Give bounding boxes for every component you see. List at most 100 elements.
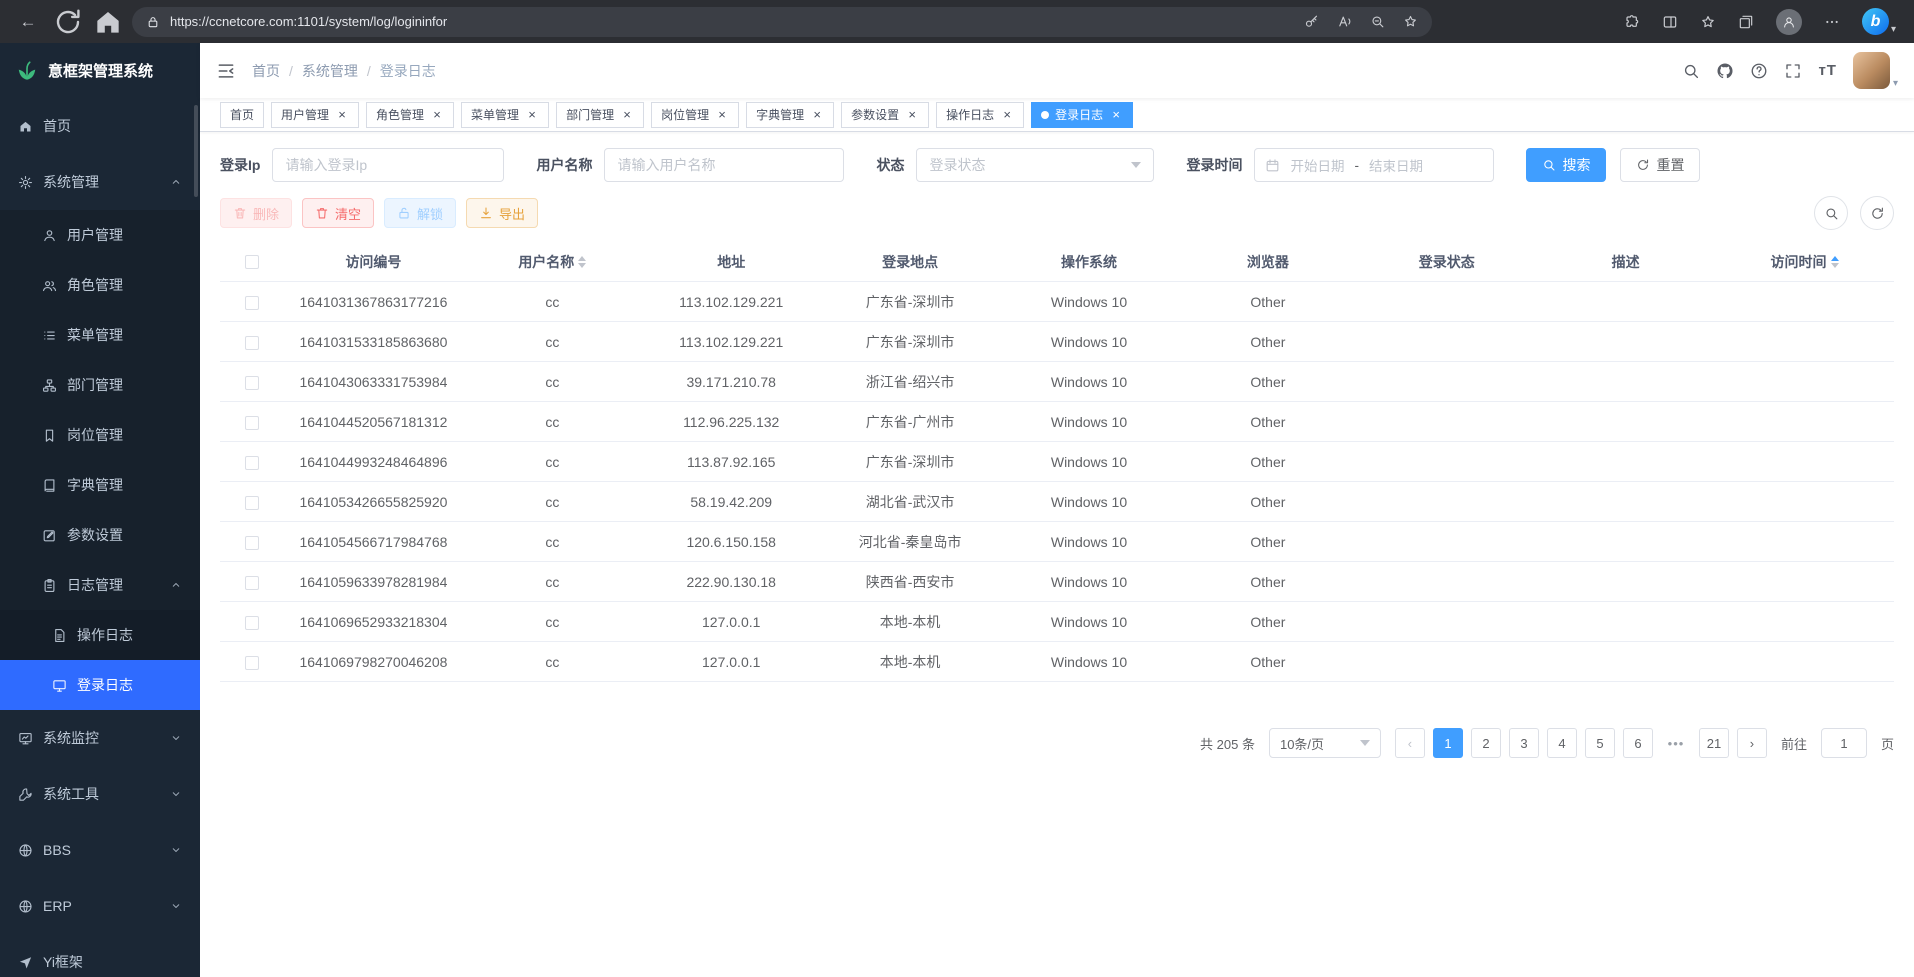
sidebar-item-15[interactable]: ERP xyxy=(0,878,200,934)
github-icon[interactable] xyxy=(1716,62,1734,80)
extensions-icon[interactable] xyxy=(1624,14,1640,30)
tab-2[interactable]: 角色管理× xyxy=(366,102,454,128)
row-checkbox[interactable] xyxy=(245,296,259,310)
tab-close-icon[interactable]: × xyxy=(335,108,349,122)
sidebar-item-4[interactable]: 菜单管理 xyxy=(0,310,200,360)
tab-6[interactable]: 字典管理× xyxy=(746,102,834,128)
reset-button[interactable]: 重置 xyxy=(1620,148,1700,182)
add-favorite-icon[interactable] xyxy=(1403,14,1418,29)
tab-close-icon[interactable]: × xyxy=(1109,108,1123,122)
page-button-21[interactable]: 21 xyxy=(1699,728,1729,758)
export-button[interactable]: 导出 xyxy=(466,198,538,228)
sidebar-item-16[interactable]: Yi框架 xyxy=(0,934,200,977)
tab-close-icon[interactable]: × xyxy=(715,108,729,122)
app-logo[interactable]: 意框架管理系统 xyxy=(0,43,200,98)
row-checkbox[interactable] xyxy=(245,336,259,350)
sidebar-item-9[interactable]: 日志管理 xyxy=(0,560,200,610)
text-size-icon[interactable]: тT xyxy=(1818,62,1837,79)
goto-page-input[interactable] xyxy=(1821,728,1867,758)
refresh-table-button[interactable] xyxy=(1860,196,1894,230)
tab-close-icon[interactable]: × xyxy=(905,108,919,122)
row-checkbox[interactable] xyxy=(245,456,259,470)
tab-close-icon[interactable]: × xyxy=(1000,108,1014,122)
row-checkbox[interactable] xyxy=(245,656,259,670)
collapse-sidebar-icon[interactable] xyxy=(216,61,236,81)
password-icon[interactable] xyxy=(1304,14,1319,29)
tab-7[interactable]: 参数设置× xyxy=(841,102,929,128)
help-icon[interactable] xyxy=(1750,62,1768,80)
tab-5[interactable]: 岗位管理× xyxy=(651,102,739,128)
tab-1[interactable]: 用户管理× xyxy=(271,102,359,128)
url-text[interactable]: https://ccnetcore.com:1101/system/log/lo… xyxy=(170,14,1294,29)
header-search-icon[interactable] xyxy=(1682,62,1700,80)
copilot-button[interactable]: b ▾ xyxy=(1862,8,1896,35)
tab-close-icon[interactable]: × xyxy=(810,108,824,122)
pager-next-button[interactable]: › xyxy=(1737,728,1767,758)
clear-button[interactable]: 清空 xyxy=(302,198,374,228)
page-button-2[interactable]: 2 xyxy=(1471,728,1501,758)
end-date-placeholder[interactable]: 结束日期 xyxy=(1369,155,1423,175)
ip-input[interactable] xyxy=(272,148,504,182)
pager-prev-button[interactable]: ‹ xyxy=(1395,728,1425,758)
start-date-placeholder[interactable]: 开始日期 xyxy=(1290,155,1344,175)
more-menu-icon[interactable] xyxy=(1824,14,1840,30)
sidebar-item-0[interactable]: 首页 xyxy=(0,98,200,154)
collections-icon[interactable] xyxy=(1738,14,1754,30)
bing-icon[interactable]: b xyxy=(1862,8,1889,35)
row-checkbox[interactable] xyxy=(245,376,259,390)
delete-button[interactable]: 删除 xyxy=(220,198,292,228)
page-button-5[interactable]: 5 xyxy=(1585,728,1615,758)
sidebar-item-7[interactable]: 字典管理 xyxy=(0,460,200,510)
page-button-1[interactable]: 1 xyxy=(1433,728,1463,758)
pager-ellipsis[interactable]: ••• xyxy=(1661,728,1691,758)
show-search-button[interactable] xyxy=(1814,196,1848,230)
sidebar-item-3[interactable]: 角色管理 xyxy=(0,260,200,310)
sidebar-item-6[interactable]: 岗位管理 xyxy=(0,410,200,460)
user-menu[interactable]: ▾ xyxy=(1853,52,1898,89)
tab-close-icon[interactable]: × xyxy=(620,108,634,122)
sidebar-scrollbar[interactable] xyxy=(194,105,198,197)
breadcrumb-home[interactable]: 首页 xyxy=(252,61,280,81)
search-button[interactable]: 搜索 xyxy=(1526,148,1606,182)
sidebar-item-5[interactable]: 部门管理 xyxy=(0,360,200,410)
fullscreen-icon[interactable] xyxy=(1784,62,1802,80)
breadcrumb-system[interactable]: 系统管理 xyxy=(302,61,358,81)
page-button-6[interactable]: 6 xyxy=(1623,728,1653,758)
row-checkbox[interactable] xyxy=(245,536,259,550)
sidebar-item-1[interactable]: 系统管理 xyxy=(0,154,200,210)
sidebar-item-14[interactable]: BBS xyxy=(0,822,200,878)
page-button-4[interactable]: 4 xyxy=(1547,728,1577,758)
tab-8[interactable]: 操作日志× xyxy=(936,102,1024,128)
browser-refresh-icon[interactable] xyxy=(52,6,84,38)
sidebar-item-8[interactable]: 参数设置 xyxy=(0,510,200,560)
tab-0[interactable]: 首页 xyxy=(220,102,264,128)
status-select[interactable]: 登录状态 xyxy=(916,148,1154,182)
sidebar-item-2[interactable]: 用户管理 xyxy=(0,210,200,260)
sidebar-item-12[interactable]: 系统监控 xyxy=(0,710,200,766)
date-range-picker[interactable]: 开始日期 - 结束日期 xyxy=(1254,148,1494,182)
address-bar[interactable]: https://ccnetcore.com:1101/system/log/lo… xyxy=(132,7,1432,37)
column-header-8[interactable]: 访问时间 xyxy=(1715,252,1894,272)
tab-close-icon[interactable]: × xyxy=(430,108,444,122)
tab-4[interactable]: 部门管理× xyxy=(556,102,644,128)
favorites-icon[interactable] xyxy=(1700,14,1716,30)
page-button-3[interactable]: 3 xyxy=(1509,728,1539,758)
sidebar-item-10[interactable]: 操作日志 xyxy=(0,610,200,660)
row-checkbox[interactable] xyxy=(245,416,259,430)
tab-close-icon[interactable]: × xyxy=(525,108,539,122)
back-icon[interactable]: ← xyxy=(12,6,44,38)
copilot-caret-icon[interactable]: ▾ xyxy=(1891,24,1896,35)
tab-9[interactable]: 登录日志× xyxy=(1031,102,1133,128)
browser-home-icon[interactable] xyxy=(92,6,124,38)
user-avatar[interactable] xyxy=(1853,52,1890,89)
read-aloud-icon[interactable] xyxy=(1337,14,1352,29)
row-checkbox[interactable] xyxy=(245,496,259,510)
sort-caret[interactable] xyxy=(1831,252,1839,272)
page-size-select[interactable]: 10条/页 xyxy=(1269,728,1381,758)
row-checkbox[interactable] xyxy=(245,616,259,630)
sidebar-item-13[interactable]: 系统工具 xyxy=(0,766,200,822)
sort-caret[interactable] xyxy=(578,252,586,272)
username-input[interactable] xyxy=(604,148,844,182)
split-screen-icon[interactable] xyxy=(1662,14,1678,30)
select-all-checkbox[interactable] xyxy=(245,255,259,269)
